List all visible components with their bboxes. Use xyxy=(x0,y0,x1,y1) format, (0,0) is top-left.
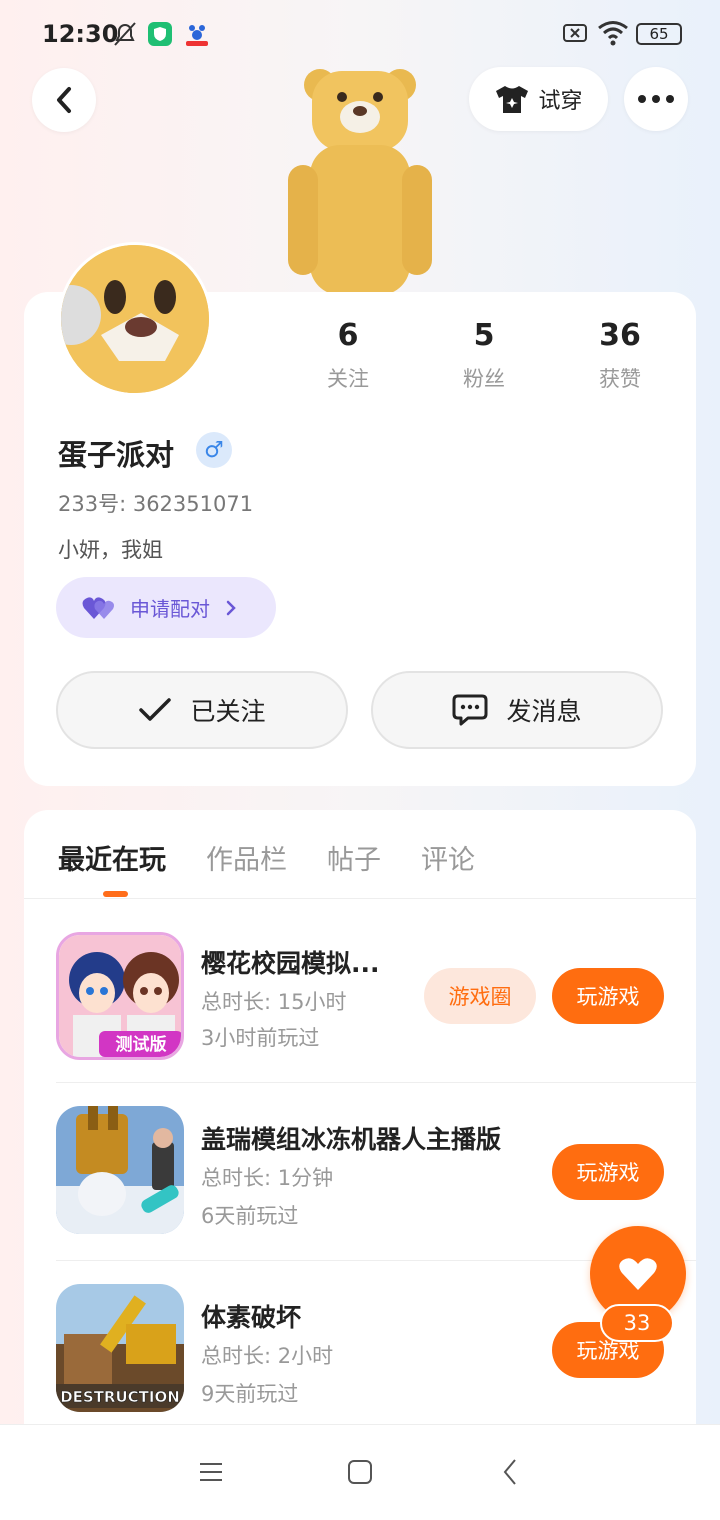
active-tab-indicator xyxy=(103,891,128,897)
game-title: 盖瑞模组冰冻机器人主播版 xyxy=(201,1125,502,1154)
chevron-left-icon xyxy=(57,87,71,113)
status-time: 12:30 xyxy=(42,20,119,48)
stat-likes-value: 36 xyxy=(599,318,641,353)
game-row[interactable]: 测试版 樱花校园模拟... 总时长: 15小时 3小时前玩过 游戏圈 玩游戏 xyxy=(24,904,696,1082)
test-version-badge: 测试版 xyxy=(116,1034,167,1055)
tab-posts[interactable]: 帖子 xyxy=(327,838,381,877)
user-name: 蛋子派对 xyxy=(58,438,175,472)
muted-bell-icon xyxy=(114,22,136,46)
stat-likes[interactable]: 36 获赞 xyxy=(570,318,670,393)
user-bio: 小妍，我姐 xyxy=(58,538,163,562)
stat-following-label: 关注 xyxy=(327,367,369,391)
play-game-button[interactable]: 玩游戏 xyxy=(552,1144,664,1200)
heart-icon xyxy=(619,1258,657,1290)
game-icon xyxy=(56,1106,184,1234)
shield-app-icon xyxy=(148,22,172,46)
send-message-label: 发消息 xyxy=(506,697,582,726)
sakura-school-icon: 测试版 xyxy=(59,935,181,1057)
more-button[interactable] xyxy=(624,67,688,131)
double-heart-icon xyxy=(82,596,114,619)
play-game-button[interactable]: 玩游戏 xyxy=(552,968,664,1024)
game-duration: 总时长: 1分钟 xyxy=(201,1166,334,1190)
chevron-right-icon xyxy=(226,600,236,615)
followed-button[interactable]: 已关注 xyxy=(56,671,348,749)
stat-likes-label: 获赞 xyxy=(599,367,641,391)
system-nav-bar xyxy=(0,1424,720,1520)
profile-tabs: 最近在玩 作品栏 帖子 评论 xyxy=(58,838,475,877)
baidu-app-icon xyxy=(186,25,208,46)
stat-fans[interactable]: 5 粉丝 xyxy=(434,318,534,393)
game-last-played: 3小时前玩过 xyxy=(201,1026,320,1050)
stat-following-value: 6 xyxy=(337,318,359,353)
divider xyxy=(24,898,696,899)
game-circle-button[interactable]: 游戏圈 xyxy=(424,968,536,1024)
game-title: 体素破坏 xyxy=(201,1303,302,1332)
game-duration: 总时长: 2小时 xyxy=(201,1344,334,1368)
destruction-logo-text: DESTRUCTION xyxy=(60,1388,180,1406)
check-icon xyxy=(139,698,172,721)
pair-label: 申请配对 xyxy=(130,597,210,621)
no-sim-icon xyxy=(563,24,587,42)
tshirt-icon xyxy=(496,86,529,113)
battery-indicator: 65 xyxy=(636,23,682,45)
game-duration: 总时长: 15小时 xyxy=(201,990,347,1014)
like-count-badge: 33 xyxy=(600,1304,674,1342)
chat-bubble-icon xyxy=(452,694,488,726)
back-nav-icon[interactable] xyxy=(500,1457,522,1487)
menu-icon[interactable] xyxy=(198,1457,224,1487)
wifi-icon xyxy=(598,21,628,46)
tab-recently-played[interactable]: 最近在玩 xyxy=(58,838,166,877)
game-last-played: 6天前玩过 xyxy=(201,1204,299,1228)
home-icon[interactable] xyxy=(346,1457,374,1487)
male-gender-icon: ♂ xyxy=(196,432,232,468)
bear-avatar-image xyxy=(61,245,209,393)
game-icon: 测试版 xyxy=(56,932,184,1060)
send-message-button[interactable]: 发消息 xyxy=(371,671,663,749)
stat-following[interactable]: 6 关注 xyxy=(298,318,398,393)
back-button[interactable] xyxy=(32,68,96,132)
avatar[interactable] xyxy=(58,242,212,396)
followed-label: 已关注 xyxy=(190,697,266,726)
game-row[interactable]: 盖瑞模组冰冻机器人主播版 总时长: 1分钟 6天前玩过 玩游戏 xyxy=(24,1082,696,1260)
tab-comments[interactable]: 评论 xyxy=(421,838,475,877)
user-id: 233号: 362351071 xyxy=(58,492,254,516)
voxel-destruction-icon: DESTRUCTION xyxy=(56,1284,184,1412)
stat-fans-label: 粉丝 xyxy=(463,367,505,391)
game-last-played: 9天前玩过 xyxy=(201,1382,299,1406)
character-avatar-image xyxy=(288,69,432,295)
stat-fans-value: 5 xyxy=(473,318,495,353)
game-icon: DESTRUCTION xyxy=(56,1284,184,1412)
more-dots-icon xyxy=(638,95,674,103)
game-title: 樱花校园模拟... xyxy=(201,949,380,978)
tab-works[interactable]: 作品栏 xyxy=(206,838,287,877)
try-on-button[interactable]: 试穿 xyxy=(469,67,608,131)
apply-pair-button[interactable]: 申请配对 xyxy=(56,577,276,638)
frozen-robot-icon xyxy=(56,1106,184,1234)
try-on-label: 试穿 xyxy=(538,89,583,114)
